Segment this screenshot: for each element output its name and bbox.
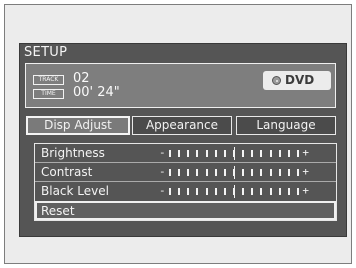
slider-tick [242, 150, 245, 157]
slider-tick [187, 188, 190, 195]
slider-tick [269, 169, 272, 176]
contrast-label: Contrast [41, 165, 93, 179]
slider-tick [187, 169, 190, 176]
slider-tick [269, 188, 272, 195]
slider-tick [169, 169, 171, 176]
slider-tick [287, 150, 290, 157]
slider-tick [297, 169, 299, 176]
slider-tick [214, 169, 217, 176]
brightness-slider[interactable]: - + [159, 146, 309, 160]
slider-knob[interactable] [233, 147, 235, 160]
slider-tick [251, 150, 254, 157]
slider-knob[interactable] [233, 166, 235, 179]
contrast-plus: + [302, 165, 309, 178]
slider-tick [205, 169, 208, 176]
black-level-minus: - [159, 184, 166, 197]
slider-tick [214, 188, 217, 195]
disc-icon [272, 76, 281, 85]
slider-tick [251, 188, 254, 195]
slider-knob[interactable] [233, 185, 235, 198]
slider-tick [205, 188, 208, 195]
contrast-row[interactable]: Contrast - + [35, 163, 336, 182]
slider-tick [260, 188, 263, 195]
manual-figure-frame: SETUP TRACK 02 TIME 00' 24" DVD Disp Adj… [4, 4, 352, 264]
black-level-plus: + [302, 184, 309, 197]
reset-button[interactable]: Reset [35, 201, 336, 220]
slider-tick [297, 150, 299, 157]
slider-tick [297, 188, 299, 195]
slider-tick [287, 188, 290, 195]
playback-info-panel: TRACK 02 TIME 00' 24" DVD [25, 63, 336, 108]
slider-tick [251, 169, 254, 176]
source-label: DVD [285, 73, 315, 87]
slider-tick [260, 169, 263, 176]
black-level-row[interactable]: Black Level - + [35, 182, 336, 201]
tab-language[interactable]: Language [236, 116, 336, 135]
source-badge: DVD [263, 71, 331, 90]
slider-tick [278, 188, 281, 195]
setup-screen: SETUP TRACK 02 TIME 00' 24" DVD Disp Adj… [19, 43, 347, 237]
slider-tick [242, 188, 245, 195]
brightness-minus: - [159, 146, 166, 159]
slider-tick [196, 188, 199, 195]
contrast-slider[interactable]: - + [159, 165, 309, 179]
reset-label: Reset [41, 204, 75, 218]
elapsed-time: 00' 24" [73, 85, 120, 100]
slider-tick [214, 150, 217, 157]
slider-tick [260, 150, 263, 157]
brightness-row[interactable]: Brightness - + [35, 144, 336, 163]
slider-tick [278, 169, 281, 176]
slider-tick [196, 150, 199, 157]
slider-tick [178, 188, 181, 195]
screen-title: SETUP [24, 45, 68, 60]
slider-tick [196, 169, 199, 176]
slider-tick [242, 169, 245, 176]
contrast-minus: - [159, 165, 166, 178]
black-level-label: Black Level [41, 184, 109, 198]
slider-tick [223, 150, 226, 157]
slider-tick [205, 150, 208, 157]
slider-tick [287, 169, 290, 176]
slider-tick [223, 169, 226, 176]
slider-tick [169, 150, 171, 157]
slider-tick [187, 150, 190, 157]
brightness-plus: + [302, 146, 309, 159]
time-tag: TIME [33, 89, 64, 99]
slider-tick [223, 188, 226, 195]
slider-tick [169, 188, 171, 195]
slider-tick [278, 150, 281, 157]
slider-tick [178, 169, 181, 176]
track-number: 02 [73, 71, 90, 86]
tab-disp-adjust[interactable]: Disp Adjust [26, 116, 130, 135]
tab-appearance[interactable]: Appearance [132, 116, 232, 135]
brightness-label: Brightness [41, 146, 105, 160]
slider-tick [178, 150, 181, 157]
track-tag: TRACK [33, 75, 64, 85]
black-level-slider[interactable]: - + [159, 184, 309, 198]
adjust-menu: Brightness - + Contrast - + Black Level … [34, 143, 337, 221]
slider-tick [269, 150, 272, 157]
